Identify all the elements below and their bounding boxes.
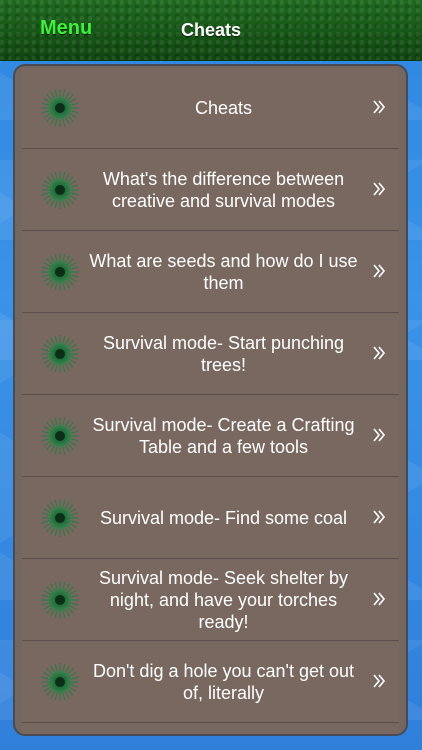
list-item[interactable]: Survival mode- Start punching trees!	[22, 314, 399, 395]
list-item[interactable]: Don't dig a hole you can't get out of, l…	[22, 642, 399, 723]
list-item-label: Survival mode- Start punching trees!	[102, 333, 345, 375]
green-emblem-icon	[40, 252, 80, 292]
list-item[interactable]: Cheats	[22, 68, 399, 149]
double-chevron-right-icon	[371, 507, 387, 527]
green-emblem-icon	[40, 334, 80, 374]
cheats-list: Cheats What's the difference between cre…	[22, 68, 399, 734]
list-item[interactable]: Survival mode- Seek shelter by night, an…	[22, 560, 399, 641]
double-chevron-right-icon	[371, 97, 387, 117]
green-emblem-icon	[40, 662, 80, 702]
list-item-label: What's the difference between creative a…	[102, 169, 345, 211]
list-item[interactable]: Survival mode- Find some coal	[22, 478, 399, 559]
double-chevron-right-icon	[371, 589, 387, 609]
list-item-partial[interactable]	[22, 724, 399, 734]
green-emblem-icon	[40, 416, 80, 456]
green-emblem-icon	[40, 498, 80, 538]
list-item[interactable]: Survival mode- Create a Crafting Table a…	[22, 396, 399, 477]
double-chevron-right-icon	[371, 179, 387, 199]
top-nav-bar: Menu Cheats	[0, 0, 422, 61]
cheats-list-panel: Cheats What's the difference between cre…	[13, 64, 408, 736]
list-item-label: What are seeds and how do I use them	[89, 251, 358, 293]
list-item-label: Survival mode- Find some coal	[99, 508, 348, 528]
double-chevron-right-icon	[371, 343, 387, 363]
page-title-text: Cheats	[180, 20, 242, 40]
list-item[interactable]: What's the difference between creative a…	[22, 150, 399, 231]
list-item[interactable]: What are seeds and how do I use them	[22, 232, 399, 313]
green-emblem-icon	[40, 170, 80, 210]
page-title: Cheats	[0, 20, 422, 41]
list-item-label: Survival mode- Seek shelter by night, an…	[98, 568, 349, 632]
list-item-label: Don't dig a hole you can't get out of, l…	[92, 661, 355, 703]
double-chevron-right-icon	[371, 671, 387, 691]
double-chevron-right-icon	[371, 261, 387, 281]
green-emblem-icon	[40, 88, 80, 128]
double-chevron-right-icon	[371, 425, 387, 445]
list-item-label: Survival mode- Create a Crafting Table a…	[92, 415, 355, 457]
list-item-label: Cheats	[194, 98, 253, 118]
green-emblem-icon	[40, 580, 80, 620]
